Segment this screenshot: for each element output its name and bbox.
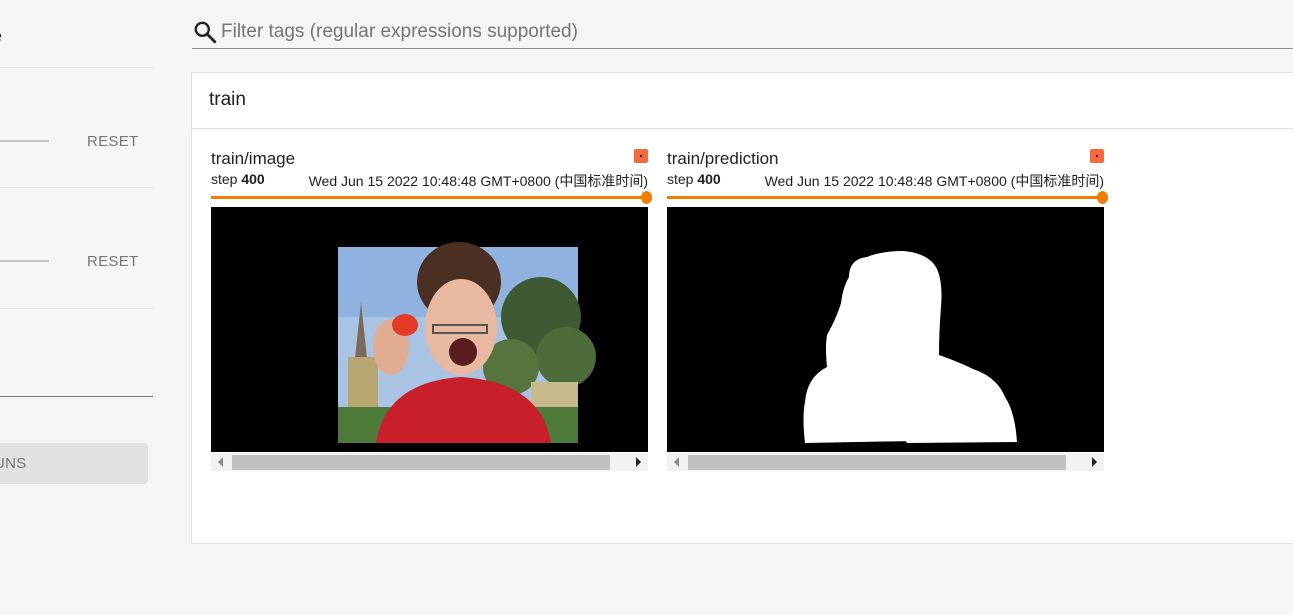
reset-button-2[interactable]: RESET bbox=[87, 253, 139, 270]
step-value: 400 bbox=[697, 171, 721, 187]
prediction-image bbox=[667, 207, 1104, 452]
sidebar-slider-1[interactable] bbox=[0, 140, 49, 142]
panel-tag: train/image bbox=[211, 149, 296, 168]
segmentation-mask-image bbox=[803, 251, 1017, 443]
train-image bbox=[211, 207, 648, 452]
step-slider-thumb[interactable] bbox=[641, 191, 652, 204]
tag-filter bbox=[192, 16, 1293, 49]
run-color-chip[interactable] bbox=[1090, 149, 1104, 163]
card-header[interactable]: train bbox=[192, 73, 1293, 129]
image-panel-train-prediction: train/prediction step 400 Wed Jun 15 202… bbox=[667, 149, 1108, 494]
scrollbar-thumb[interactable] bbox=[688, 455, 1066, 470]
panel-step: step 400 bbox=[211, 171, 265, 187]
panel-timestamp: Wed Jun 15 2022 10:48:48 GMT+0800 (中国标准时… bbox=[308, 173, 648, 189]
scroll-left-arrow-icon[interactable] bbox=[674, 457, 679, 467]
sidebar-slider-2[interactable] bbox=[0, 260, 49, 262]
image-horizontal-scrollbar[interactable] bbox=[211, 453, 648, 471]
step-value: 400 bbox=[241, 171, 265, 187]
scroll-right-arrow-icon[interactable] bbox=[1092, 457, 1097, 467]
panel-timestamp: Wed Jun 15 2022 10:48:48 GMT+0800 (中国标准时… bbox=[764, 173, 1104, 189]
scroll-left-arrow-icon[interactable] bbox=[218, 457, 223, 467]
scroll-right-arrow-icon[interactable] bbox=[636, 457, 641, 467]
scrollbar-thumb[interactable] bbox=[232, 455, 610, 470]
search-icon bbox=[194, 21, 217, 44]
tag-group-card: train train/image step 400 Wed Jun 15 20… bbox=[191, 72, 1293, 544]
sidebar: e RESET RESET UNS bbox=[0, 0, 153, 615]
image-panel-train-image: train/image step 400 Wed Jun 15 2022 10:… bbox=[211, 149, 652, 494]
panel-step: step 400 bbox=[667, 171, 721, 187]
reset-button-1[interactable]: RESET bbox=[87, 133, 139, 150]
image-horizontal-scrollbar[interactable] bbox=[667, 453, 1104, 471]
step-slider[interactable] bbox=[667, 191, 1108, 204]
photo-image bbox=[338, 242, 596, 443]
sidebar-partial-label: e bbox=[0, 26, 2, 47]
step-slider[interactable] bbox=[211, 191, 652, 204]
runs-button[interactable]: UNS bbox=[0, 443, 148, 484]
sidebar-divider bbox=[0, 67, 153, 68]
sidebar-input-underline[interactable] bbox=[0, 396, 153, 397]
sidebar-divider bbox=[0, 308, 153, 309]
sidebar-divider bbox=[0, 187, 153, 188]
step-slider-thumb[interactable] bbox=[1097, 191, 1108, 204]
runs-button-label: UNS bbox=[0, 455, 27, 472]
filter-tags-input[interactable] bbox=[221, 19, 1281, 45]
run-color-chip[interactable] bbox=[634, 149, 648, 163]
card-title: train bbox=[209, 89, 246, 110]
panel-tag: train/prediction bbox=[667, 149, 779, 168]
